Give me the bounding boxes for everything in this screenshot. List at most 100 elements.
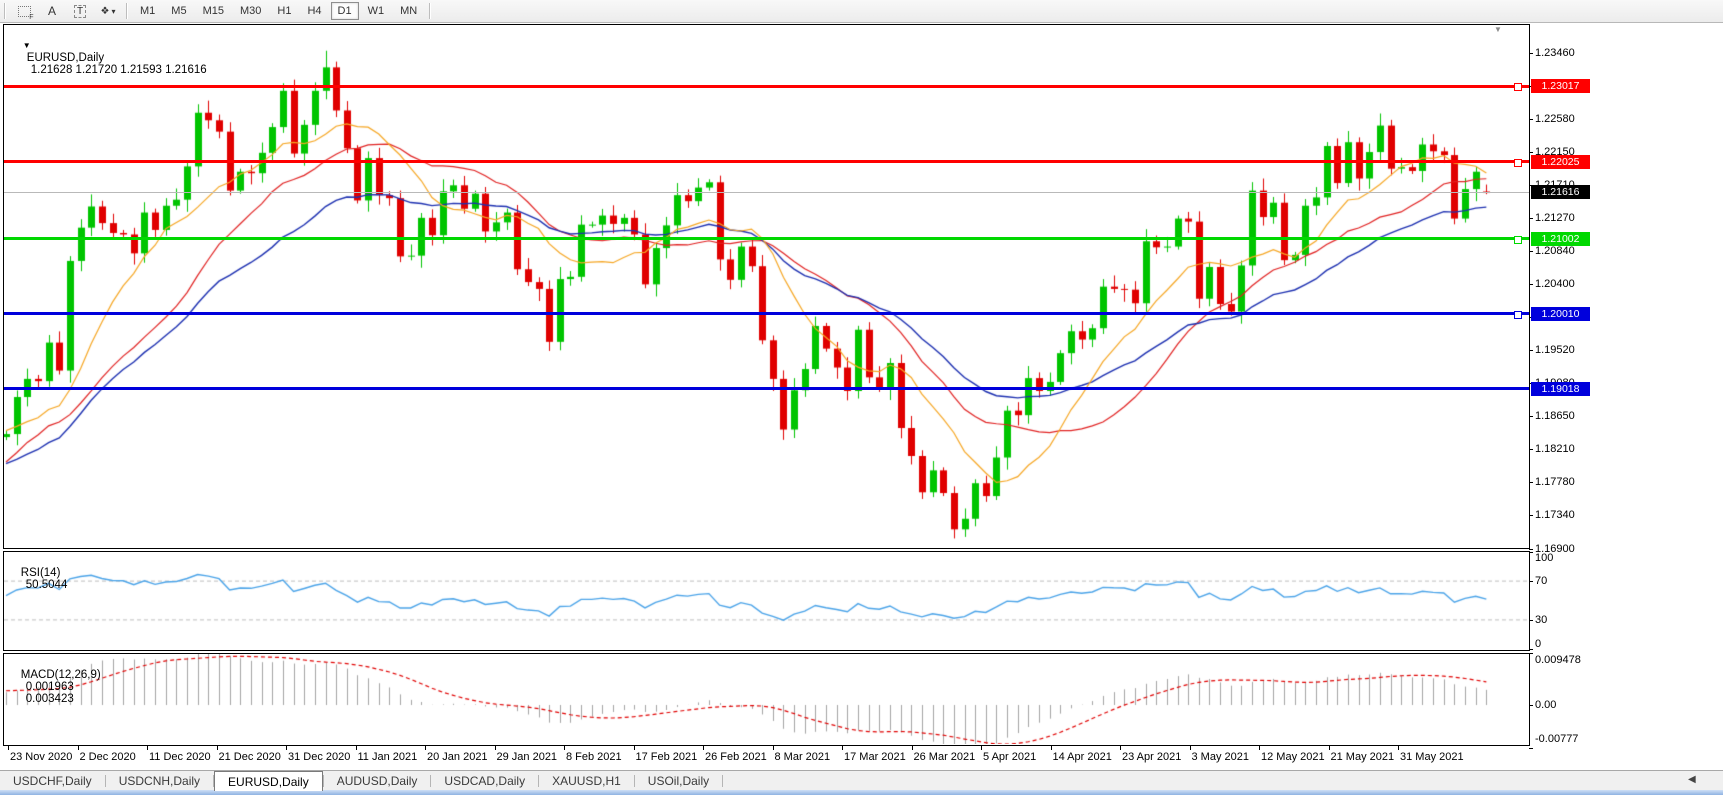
- price-tick-label: 1.18210: [1535, 443, 1605, 456]
- date-tick-mark: [634, 746, 635, 750]
- price-tick-mark: [1529, 119, 1533, 120]
- hline-handle[interactable]: [1514, 83, 1522, 91]
- price-tick-mark: [1529, 515, 1533, 516]
- horizontal-level-line[interactable]: [4, 312, 1529, 315]
- current-price-line: [4, 192, 1529, 193]
- chevron-down-icon: ▾: [111, 7, 115, 16]
- chart-shift-marker[interactable]: ▼: [1494, 25, 1502, 34]
- toolbar-separator: [429, 3, 431, 19]
- price-tick-mark: [1529, 416, 1533, 417]
- price-tick-mark: [1529, 284, 1533, 285]
- date-tick-mark: [981, 746, 982, 750]
- date-tick-mark: [147, 746, 148, 750]
- price-tick-label: 1.17340: [1535, 509, 1605, 522]
- tab-eurusd[interactable]: EURUSD,Daily: [214, 771, 323, 791]
- date-tick-mark: [703, 746, 704, 750]
- rsi-tick-mark: [1529, 649, 1533, 650]
- date-tick-mark: [1329, 746, 1330, 750]
- symbol-dropdown-icon[interactable]: ▼: [23, 41, 31, 50]
- rsi-canvas[interactable]: [4, 552, 1528, 649]
- macd-tick-mark: [1529, 705, 1533, 706]
- date-label: 29 Jan 2021: [497, 751, 558, 763]
- tab-usdchf[interactable]: USDCHF,Daily: [0, 771, 105, 791]
- current-price-badge: 1.21616: [1531, 185, 1590, 199]
- macd-label: MACD(12,26,9): [21, 669, 101, 681]
- toolbar-separator: [126, 3, 128, 19]
- timeframe-button-M5[interactable]: M5: [164, 2, 193, 20]
- date-label: 8 Mar 2021: [775, 751, 831, 763]
- tab-usoil[interactable]: USOil,Daily: [635, 771, 722, 791]
- top-toolbar: A T ❖▾ M1M5M15M30H1H4D1W1MN: [0, 0, 1723, 23]
- price-level-badge: 1.22025: [1531, 155, 1590, 169]
- candlestick-canvas[interactable]: [4, 25, 1528, 547]
- tab-usdcnh[interactable]: USDCNH,Daily: [106, 771, 213, 791]
- price-tick-mark: [1529, 549, 1533, 550]
- tab-audusd[interactable]: AUDUSD,Daily: [324, 771, 431, 791]
- date-label: 31 Dec 2020: [288, 751, 350, 763]
- macd-tick-mark: [1529, 748, 1533, 749]
- rsi-value: 50.5044: [26, 579, 68, 591]
- price-tick-label: 1.20400: [1535, 278, 1605, 291]
- price-tick-label: 1.21270: [1535, 212, 1605, 225]
- text-t-icon: T: [74, 5, 86, 18]
- timeframe-button-H1[interactable]: H1: [270, 2, 298, 20]
- date-label: 23 Nov 2020: [10, 751, 72, 763]
- horizontal-level-line[interactable]: [4, 237, 1529, 240]
- date-tick-mark: [1051, 746, 1052, 750]
- draw-tools-icon[interactable]: ❖▾: [94, 2, 122, 20]
- trading-platform-window: A T ❖▾ M1M5M15M30H1H4D1W1MN ▼ EURUSD,Dai…: [0, 0, 1723, 795]
- timeframe-button-H4[interactable]: H4: [300, 2, 328, 20]
- date-tick-mark: [8, 746, 9, 750]
- macd-canvas[interactable]: [4, 654, 1528, 744]
- macd-tick-mark: [1529, 653, 1533, 654]
- chart-title: ▼ EURUSD,Daily 1.21628 1.21720 1.21593 1…: [10, 28, 207, 88]
- date-label: 26 Mar 2021: [914, 751, 976, 763]
- price-level-badge: 1.21002: [1531, 232, 1590, 246]
- price-tick-mark: [1529, 152, 1533, 153]
- price-tick-mark: [1529, 350, 1533, 351]
- rsi-label: RSI(14): [21, 567, 61, 579]
- date-tick-mark: [1120, 746, 1121, 750]
- date-tick-mark: [425, 746, 426, 750]
- date-tick-mark: [912, 746, 913, 750]
- chart-tab-bar: USDCHF,DailyUSDCNH,DailyEURUSD,DailyAUDU…: [0, 770, 1723, 791]
- rsi-tick-mark: [1529, 552, 1533, 553]
- date-tick-mark: [217, 746, 218, 750]
- date-label: 2 Dec 2020: [80, 751, 136, 763]
- date-label: 3 May 2021: [1192, 751, 1249, 763]
- timeframe-button-M1[interactable]: M1: [133, 2, 162, 20]
- rsi-tick-label: 30: [1535, 614, 1605, 627]
- date-label: 5 Apr 2021: [983, 751, 1036, 763]
- date-tick-mark: [286, 746, 287, 750]
- chart-grid-icon[interactable]: [10, 2, 38, 20]
- date-tick-mark: [356, 746, 357, 750]
- date-label: 14 Apr 2021: [1053, 751, 1112, 763]
- date-tick-mark: [842, 746, 843, 750]
- date-label: 17 Mar 2021: [844, 751, 906, 763]
- hline-handle[interactable]: [1514, 311, 1522, 319]
- macd-tick-label: 0.009478: [1535, 654, 1605, 667]
- tab-scroll-left-button[interactable]: ◀: [1688, 774, 1696, 785]
- shapes-icon: ❖: [101, 6, 110, 17]
- horizontal-level-line[interactable]: [4, 160, 1529, 163]
- timeframe-button-MN[interactable]: MN: [393, 2, 424, 20]
- macd-tick-label: -0.00777: [1535, 733, 1605, 746]
- text-label-icon[interactable]: A: [38, 2, 66, 20]
- price-tick-mark: [1529, 251, 1533, 252]
- timeframe-button-group: M1M5M15M30H1H4D1W1MN: [132, 2, 425, 20]
- text-box-icon[interactable]: T: [66, 2, 94, 20]
- horizontal-level-line[interactable]: [4, 387, 1529, 390]
- timeframe-button-W1[interactable]: W1: [361, 2, 392, 20]
- date-label: 17 Feb 2021: [636, 751, 698, 763]
- timeframe-button-M15[interactable]: M15: [196, 2, 231, 20]
- tab-usdcad[interactable]: USDCAD,Daily: [431, 771, 538, 791]
- tab-xauusd[interactable]: XAUUSD,H1: [539, 771, 634, 791]
- hline-handle[interactable]: [1514, 159, 1522, 167]
- price-tick-mark: [1529, 449, 1533, 450]
- timeframe-button-M30[interactable]: M30: [233, 2, 268, 20]
- horizontal-level-line[interactable]: [4, 85, 1529, 88]
- rsi-tick-mark: [1529, 581, 1533, 582]
- price-tick-mark: [1529, 218, 1533, 219]
- timeframe-button-D1[interactable]: D1: [331, 2, 359, 20]
- hline-handle[interactable]: [1514, 236, 1522, 244]
